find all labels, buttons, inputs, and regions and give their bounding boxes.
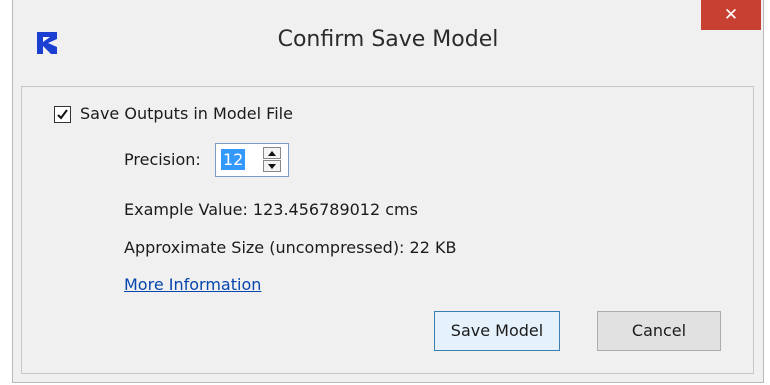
precision-value[interactable]: 12 (221, 149, 246, 170)
increment-button[interactable] (263, 147, 281, 159)
arrow-down-icon (268, 164, 276, 169)
confirm-save-model-dialog: Confirm Save Model ✕ Save Outputs in Mod… (12, 0, 764, 383)
close-button[interactable]: ✕ (701, 0, 761, 30)
example-value-text: Example Value: 123.456789012 cms (124, 200, 418, 219)
save-model-button[interactable]: Save Model (434, 311, 560, 351)
dialog-title: Confirm Save Model (277, 27, 499, 52)
more-information-link[interactable]: More Information (124, 275, 261, 294)
cancel-button[interactable]: Cancel (597, 311, 721, 351)
decrement-button[interactable] (263, 160, 281, 172)
arrow-up-icon (268, 151, 276, 156)
dialog-content: Save Outputs in Model File Precision: 12… (21, 86, 754, 374)
title-bar: Confirm Save Model ✕ (13, 0, 763, 86)
approximate-size-text: Approximate Size (uncompressed): 22 KB (124, 238, 457, 257)
save-outputs-label: Save Outputs in Model File (80, 104, 293, 123)
precision-label: Precision: (124, 150, 201, 169)
precision-spinner[interactable]: 12 (215, 143, 289, 177)
save-outputs-checkbox[interactable] (54, 106, 71, 123)
spinner-buttons (263, 147, 281, 173)
checkmark-icon (57, 109, 68, 120)
